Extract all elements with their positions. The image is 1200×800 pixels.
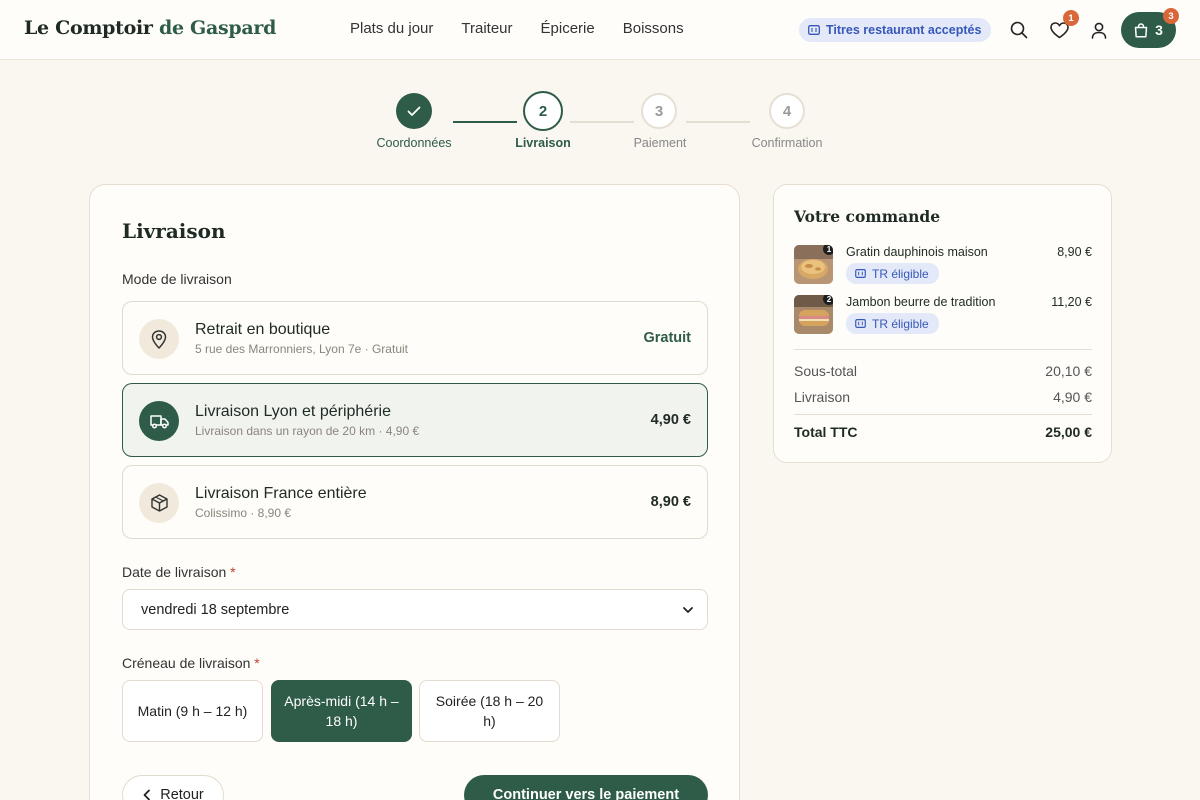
search-icon [1010,21,1028,39]
section-title: Livraison [122,219,226,243]
user-icon [1091,22,1107,39]
summary-divider [794,349,1092,350]
nav-traiteur[interactable]: Traiteur [461,20,512,37]
tr-badge-label: Titres restaurant acceptés [826,23,982,37]
slot-matin[interactable]: Matin (9 h – 12 h) [122,680,263,742]
shipping-label: Livraison [794,389,851,405]
check-icon [407,106,421,116]
main-nav: Plats du jour Traiteur Épicerie Boissons [350,20,684,37]
nav-plats-du-jour[interactable]: Plats du jour [350,20,433,37]
option-title: Retrait en boutique [195,321,331,338]
option-price: Gratuit [643,330,691,346]
option-subtitle: Livraison dans un rayon de 20 km · 4,90 … [195,424,420,438]
step-connector-3 [686,121,750,123]
option-price: 8,90 € [650,494,691,510]
slot-soiree[interactable]: Soirée (18 h – 20 h) [419,680,560,742]
total-label: Total TTC [794,424,858,440]
map-pin-icon [151,329,167,349]
delivery-option-pickup[interactable]: Retrait en boutique 5 rue des Marronnier… [122,301,708,375]
option-title: Livraison Lyon et périphérie [195,403,391,420]
ticket-icon [855,319,866,328]
tr-eligible-badge: TR éligible [846,313,939,334]
ticket-icon [808,25,820,35]
package-icon [150,494,168,512]
summary-title: Votre commande [794,207,941,226]
item-name: Jambon beurre de tradition [846,295,996,309]
cart-count-badge: 3 [1163,8,1179,24]
item-price: 8,90 € [1057,245,1092,259]
required-mark: * [254,655,260,671]
step-label-paiement: Paiement [633,136,687,150]
subtotal-row: Sous-total 20,10 € [794,363,1092,379]
total-value: 25,00 € [1045,424,1092,440]
summary-divider [794,414,1092,415]
option-subtitle: 5 rue des Marronniers, Lyon 7e · Gratuit [195,342,408,356]
truck-icon [149,414,169,429]
shopping-bag-icon [1134,22,1148,38]
search-button[interactable] [1008,19,1030,41]
ticket-icon [855,269,866,278]
continue-to-payment-button[interactable]: Continuer vers le paiement [464,775,708,800]
delivery-card: Livraison Mode de livraison Retrait en b… [89,184,740,800]
required-mark: * [230,564,236,580]
wishlist-count-badge: 1 [1063,10,1079,26]
order-summary: Votre commande 1 Gratin dauphinois maiso… [773,184,1112,463]
option-price: 4,90 € [650,412,691,428]
back-button[interactable]: Retour [122,775,224,800]
step-paiement: 3 [641,93,677,129]
total-row: Total TTC 25,00 € [794,424,1092,440]
subtotal-value: 20,10 € [1045,363,1092,379]
shipping-row: Livraison 4,90 € [794,389,1092,405]
item-thumbnail-gratin: 1 [794,245,833,284]
logo-accent: de Gaspard [158,17,277,39]
step-label-coordonnees: Coordonnées [376,136,452,150]
item-name: Gratin dauphinois maison [846,245,988,259]
tr-eligible-badge: TR éligible [846,263,939,284]
tr-eligible-label: TR éligible [872,316,929,331]
chevron-down-icon [683,607,693,613]
logo[interactable]: Le Comptoir de Gaspard [24,17,276,39]
delivery-date-label-text: Date de livraison [122,564,227,580]
item-price: 11,20 € [1051,295,1092,309]
item-quantity: 1 [823,245,833,255]
delivery-slot-label-text: Créneau de livraison [122,655,251,671]
subtotal-label: Sous-total [794,363,858,379]
step-connector-1 [453,121,517,123]
back-button-label: Retour [160,787,204,800]
shipping-value: 4,90 € [1053,389,1092,405]
tr-accepted-badge: Titres restaurant acceptés [799,18,992,42]
summary-item: 2 Jambon beurre de tradition 11,20 € TR … [794,295,1092,335]
wishlist-button[interactable]: 1 [1048,10,1079,41]
item-thumbnail-jambon-beurre: 2 [794,295,833,334]
account-button[interactable] [1088,19,1110,41]
delivery-slot-label: Créneau de livraison * [122,655,260,671]
delivery-date-value: vendredi 18 septembre [141,601,290,618]
step-coordonnees[interactable] [396,93,432,129]
step-confirmation: 4 [769,93,805,129]
nav-epicerie[interactable]: Épicerie [541,20,595,37]
slot-apres-midi[interactable]: Après-midi (14 h – 18 h) [271,680,412,742]
delivery-mode-label: Mode de livraison [122,271,232,287]
cart-count: 3 [1155,22,1163,38]
delivery-option-lyon[interactable]: Livraison Lyon et périphérie Livraison d… [122,383,708,457]
site-header: Le Comptoir de Gaspard Plats du jour Tra… [0,0,1200,60]
step-label-livraison: Livraison [515,136,571,150]
logo-main: Le Comptoir [24,17,153,39]
cart-button[interactable]: 3 3 [1121,8,1179,48]
option-title: Livraison France entière [195,485,367,502]
item-quantity: 2 [823,295,833,305]
step-livraison: 2 [523,91,563,131]
delivery-option-france[interactable]: Livraison France entière Colissimo · 8,9… [122,465,708,539]
nav-boissons[interactable]: Boissons [623,20,684,37]
step-connector-2 [570,121,634,123]
step-label-confirmation: Confirmation [751,136,823,150]
delivery-date-label: Date de livraison * [122,564,236,580]
option-subtitle: Colissimo · 8,90 € [195,506,292,520]
delivery-date-select[interactable]: vendredi 18 septembre [122,589,708,630]
tr-eligible-label: TR éligible [872,266,929,281]
summary-item: 1 Gratin dauphinois maison 8,90 € TR éli… [794,245,1092,285]
chevron-left-icon [143,789,151,800]
